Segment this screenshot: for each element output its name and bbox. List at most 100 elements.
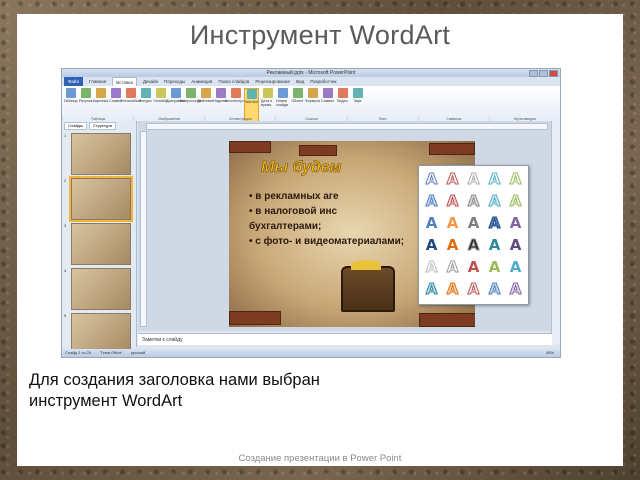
ribbon-tab[interactable]: Главная bbox=[89, 77, 106, 86]
wordart-style-option[interactable]: A bbox=[421, 212, 442, 234]
wordart-style-option[interactable]: A bbox=[421, 234, 442, 256]
wordart-style-option[interactable]: A bbox=[463, 168, 484, 190]
ribbon-button-icon bbox=[95, 88, 106, 98]
slide-caption: Для создания заголовка нами выбран инстр… bbox=[29, 370, 320, 412]
ribbon-button-icon bbox=[337, 88, 348, 98]
ribbon-button-icon bbox=[277, 88, 288, 98]
ribbon-button-label: Объект bbox=[291, 99, 304, 103]
slide-bullets[interactable]: • в рекламных аге • в налоговой инс бухгал… bbox=[249, 189, 404, 249]
ribbon-button-icon bbox=[230, 88, 241, 98]
ribbon-button-icon bbox=[307, 88, 318, 98]
ribbon-tab[interactable]: Вставка bbox=[112, 77, 137, 86]
wordart-style-option[interactable]: A bbox=[484, 234, 505, 256]
minimize-button[interactable] bbox=[529, 70, 538, 77]
slide-thumbnail[interactable] bbox=[71, 268, 131, 310]
wordart-style-option[interactable]: A bbox=[484, 190, 505, 212]
ribbon-tab[interactable]: Анимация bbox=[191, 77, 212, 86]
ribbon-button-icon bbox=[200, 88, 211, 98]
brick-decoration bbox=[429, 143, 475, 155]
ribbon-button-label: Рисунок bbox=[78, 99, 93, 103]
wordart-style-option[interactable]: A bbox=[484, 256, 505, 278]
slide-counter: Слайд 2 из 25 bbox=[65, 350, 92, 355]
wordart-style-option[interactable]: A bbox=[442, 234, 463, 256]
ribbon-button-icon bbox=[80, 88, 91, 98]
wordart-style-option[interactable]: A bbox=[505, 212, 526, 234]
ribbon-button-label: Фотоальбом bbox=[120, 99, 141, 103]
wordart-style-option[interactable]: A bbox=[442, 168, 463, 190]
wordart-style-option[interactable]: A bbox=[463, 190, 484, 212]
ribbon-tab[interactable]: Рецензирование bbox=[255, 77, 290, 86]
presentation-slide: Инструмент WordArt Рекламный.pptx - Micr… bbox=[17, 14, 623, 466]
treasure-chest-image bbox=[341, 260, 395, 312]
ribbon-button-icon bbox=[65, 88, 76, 98]
ribbon-button-icon bbox=[140, 88, 151, 98]
zoom-level[interactable]: 48% bbox=[546, 349, 554, 357]
wordart-style-option[interactable]: A bbox=[505, 168, 526, 190]
wordart-style-option[interactable]: A bbox=[442, 256, 463, 278]
slide-thumbnail[interactable] bbox=[69, 176, 133, 222]
wordart-style-option[interactable]: A bbox=[463, 234, 484, 256]
ribbon-tab[interactable]: Файл bbox=[64, 77, 84, 86]
slide-thumbnail[interactable] bbox=[71, 133, 131, 175]
slide-footer: Создание презентации в Power Point bbox=[238, 453, 402, 464]
ribbon-button-label: Звук bbox=[353, 99, 362, 103]
ribbon-button-icon bbox=[352, 88, 363, 98]
wordart-style-option[interactable]: A bbox=[463, 212, 484, 234]
ribbon-button-label: Номер слайда bbox=[276, 99, 288, 107]
thumbnail-number: 2 bbox=[64, 178, 67, 183]
wordart-style-option[interactable]: A bbox=[505, 278, 526, 300]
bullet-item: • с фото- и видеоматериалами; bbox=[249, 236, 405, 247]
caption-line: инструмент WordArt bbox=[29, 392, 183, 410]
brick-decoration bbox=[229, 141, 271, 153]
thumbnail-number: 5 bbox=[64, 313, 67, 318]
wordart-style-option[interactable]: A bbox=[442, 278, 463, 300]
ribbon-button-label: Картинка bbox=[92, 99, 109, 103]
wordart-heading[interactable]: Мы будем bbox=[261, 159, 342, 177]
bullet-item: бухгалтерами; bbox=[249, 221, 322, 232]
maximize-button[interactable] bbox=[539, 70, 548, 77]
slide-editor-canvas: Мы будем • в рекламных аге • в налоговой … bbox=[138, 121, 552, 331]
brick-decoration bbox=[419, 313, 475, 327]
wordart-style-option[interactable]: A bbox=[484, 212, 505, 234]
ribbon-button-icon bbox=[110, 88, 121, 98]
ribbon-tab[interactable]: Вид bbox=[296, 77, 304, 86]
slides-panel-tab[interactable]: Слайды bbox=[64, 122, 87, 130]
window-title: Рекламный.pptx - Microsoft PowerPoint bbox=[266, 70, 356, 76]
wordart-style-option[interactable]: A bbox=[484, 278, 505, 300]
close-button[interactable] bbox=[549, 70, 558, 77]
ribbon-button-label: Фигуры bbox=[139, 99, 152, 103]
thumbnail-number: 4 bbox=[64, 268, 67, 273]
ribbon-button-icon bbox=[215, 88, 226, 98]
notes-pane[interactable]: Заметки к слайду bbox=[138, 333, 552, 345]
ribbon-tab[interactable]: Переходы bbox=[164, 77, 185, 86]
ribbon-tabs: Файл Главная Вставка Дизайн Переходы Анимация… bbox=[62, 77, 560, 86]
ribbon-tab[interactable]: Разработчик bbox=[310, 77, 336, 86]
wordart-style-option[interactable]: A bbox=[442, 212, 463, 234]
status-bar: Слайд 2 из 25 "Тема Office" русский 48% bbox=[62, 349, 560, 357]
window-titlebar: Рекламный.pptx - Microsoft PowerPoint bbox=[62, 69, 560, 77]
wordart-style-option[interactable]: A bbox=[442, 190, 463, 212]
wordart-style-option[interactable]: A bbox=[484, 168, 505, 190]
ribbon-button-label: Дата и время bbox=[261, 99, 272, 107]
slide-thumbnail[interactable] bbox=[71, 223, 131, 265]
wordart-style-option[interactable]: A bbox=[463, 278, 484, 300]
language-indicator[interactable]: русский bbox=[131, 349, 145, 357]
ribbon-button-icon bbox=[185, 88, 196, 98]
wordart-style-option[interactable]: A bbox=[505, 256, 526, 278]
ribbon-button-icon bbox=[246, 89, 257, 99]
wordart-style-option[interactable]: A bbox=[505, 234, 526, 256]
vertical-scrollbar[interactable] bbox=[551, 121, 560, 345]
brick-decoration bbox=[229, 311, 281, 325]
wordart-style-option[interactable]: A bbox=[421, 168, 442, 190]
ribbon-button-label: Таблица bbox=[63, 99, 78, 103]
ribbon-tab[interactable]: Дизайн bbox=[143, 77, 158, 86]
wordart-style-option[interactable]: A bbox=[421, 256, 442, 278]
wordart-style-option[interactable]: A bbox=[421, 190, 442, 212]
slides-panel-tab[interactable]: Структура bbox=[88, 122, 116, 130]
wordart-style-option[interactable]: A bbox=[463, 256, 484, 278]
wordart-style-option[interactable]: A bbox=[505, 190, 526, 212]
ribbon-button-icon bbox=[170, 88, 181, 98]
wordart-style-option[interactable]: A bbox=[421, 278, 442, 300]
ribbon-tab[interactable]: Показ слайдов bbox=[218, 77, 249, 86]
theme-name: "Тема Office" bbox=[99, 350, 123, 355]
